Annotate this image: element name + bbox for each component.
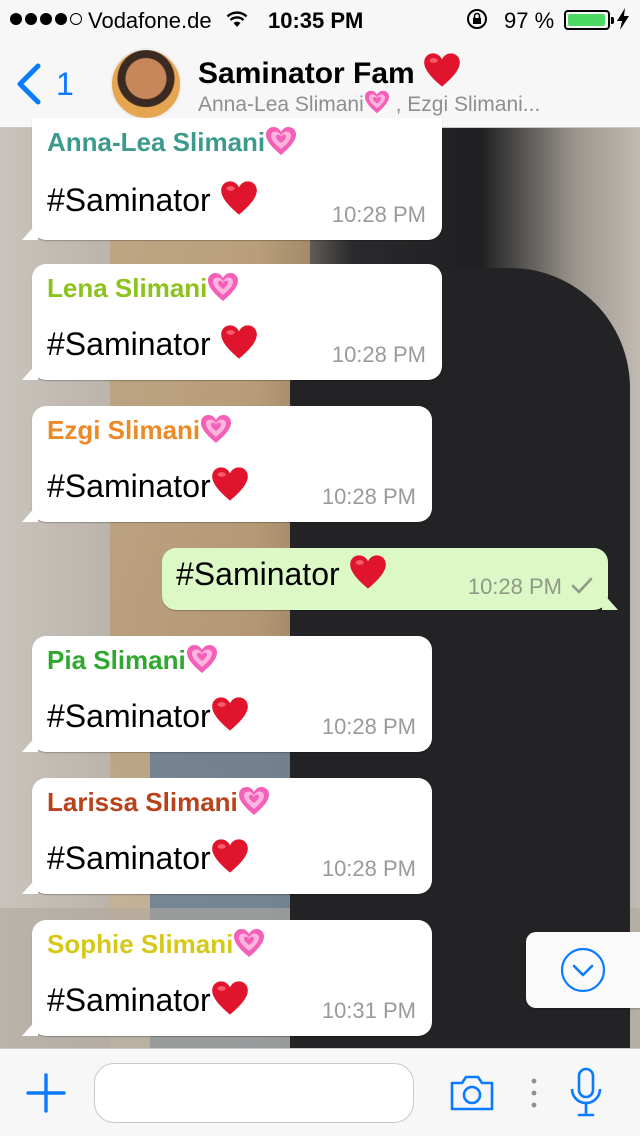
message-bubble[interactable]: Sophie Slimani #Saminator 10:31 PM xyxy=(22,920,432,1036)
sparkling-pink-heart-emoji xyxy=(364,90,390,114)
message-bubble[interactable]: Pia Slimani #Saminator 10:28 PM xyxy=(22,636,432,752)
red-heart-emoji xyxy=(211,696,249,732)
back-chevron-icon xyxy=(17,63,41,105)
sender-name: Lena Slimani xyxy=(47,273,208,303)
chat-title[interactable]: Saminator Fam xyxy=(198,52,461,91)
red-heart-emoji xyxy=(211,980,249,1016)
battery-level xyxy=(568,14,605,26)
rotation-lock-icon xyxy=(467,9,487,29)
chat-title-text: Saminator Fam xyxy=(198,57,415,90)
message-bubble[interactable]: Ezgi Slimani #Saminator 10:28 PM xyxy=(22,406,432,522)
outgoing-message-bubble[interactable]: #Saminator 10:28 PM xyxy=(162,548,618,610)
message-time: 10:28 PM xyxy=(321,856,416,881)
message-text-value: #Saminator xyxy=(47,182,211,218)
message-text: #Saminator xyxy=(47,696,249,735)
back-button[interactable]: 1 xyxy=(14,62,74,106)
sparkling-pink-heart-emoji xyxy=(186,644,218,674)
message-text: #Saminator xyxy=(176,554,387,593)
red-heart-emoji xyxy=(211,838,249,874)
more-dots-icon[interactable] xyxy=(530,1077,538,1109)
sparkling-pink-heart-emoji xyxy=(233,928,265,958)
sender-name: Anna-Lea Slimani xyxy=(47,127,266,157)
sparkling-pink-heart-emoji xyxy=(207,272,239,302)
message-time: 10:28 PM xyxy=(331,202,426,227)
sender-name: Larissa Slimani xyxy=(47,787,238,817)
message-text-value: #Saminator xyxy=(47,698,211,734)
sender-name: Sophie Slimani xyxy=(47,929,234,959)
sparkling-pink-heart-emoji xyxy=(238,786,270,816)
participant-name: Anna-Lea Slimani xyxy=(198,93,364,116)
sparkling-pink-heart-emoji xyxy=(265,126,297,156)
scroll-to-bottom-button[interactable] xyxy=(526,932,640,1008)
message-text: #Saminator xyxy=(47,324,258,363)
red-heart-emoji xyxy=(211,466,249,502)
message-text: #Saminator xyxy=(47,466,249,505)
participants-list[interactable]: Anna-Lea Slimani , Ezgi Slimani... xyxy=(198,90,618,117)
message-time: 10:28 PM xyxy=(321,714,416,739)
group-avatar[interactable] xyxy=(110,48,182,120)
message-text-value: #Saminator xyxy=(47,982,211,1018)
red-heart-emoji xyxy=(349,554,387,590)
signal-dot xyxy=(40,13,52,25)
composer-bar xyxy=(0,1048,640,1136)
unread-count: 1 xyxy=(56,65,74,102)
participant-names-rest: , Ezgi Slimani... xyxy=(389,93,541,116)
chevron-down-circle-icon xyxy=(560,947,606,993)
message-text: #Saminator xyxy=(47,180,258,219)
message-sender: Pia Slimani xyxy=(47,644,218,676)
double-check-icon xyxy=(571,577,593,594)
sender-name: Ezgi Slimani xyxy=(47,415,201,445)
message-text: #Saminator xyxy=(47,838,249,877)
message-text-value: #Saminator xyxy=(47,326,211,362)
chat-header: 1 Saminator Fam Anna-Lea Slimani , Ezgi … xyxy=(0,40,640,128)
message-input[interactable] xyxy=(94,1063,414,1123)
sender-name: Pia Slimani xyxy=(47,645,186,675)
carrier-name: Vodafone.de xyxy=(88,8,212,33)
signal-dot xyxy=(10,13,22,25)
message-text-value: #Saminator xyxy=(47,840,211,876)
sparkling-pink-heart-emoji xyxy=(200,414,232,444)
microphone-icon[interactable] xyxy=(568,1067,604,1119)
message-bubble[interactable]: Lena Slimani #Saminator 10:28 PM xyxy=(22,264,442,380)
message-sender: Ezgi Slimani xyxy=(47,414,232,446)
message-time: 10:28 PM xyxy=(321,484,416,509)
message-time: 10:28 PM xyxy=(331,342,426,367)
message-time: 10:28 PM xyxy=(467,574,562,599)
message-sender: Lena Slimani xyxy=(47,272,239,304)
message-text: #Saminator xyxy=(47,980,249,1019)
message-sender: Sophie Slimani xyxy=(47,928,265,960)
signal-dot xyxy=(55,13,67,25)
battery-icon xyxy=(564,10,614,30)
red-heart-emoji xyxy=(220,324,258,360)
camera-icon[interactable] xyxy=(448,1073,496,1113)
signal-strength-icon xyxy=(10,13,82,25)
message-time: 10:31 PM xyxy=(321,998,416,1023)
message-sender: Larissa Slimani xyxy=(47,786,270,818)
plus-icon[interactable] xyxy=(26,1073,66,1113)
status-bar: Vodafone.de 10:35 PM 97 % xyxy=(0,0,640,40)
message-text-value: #Saminator xyxy=(47,468,211,504)
message-bubble[interactable]: Larissa Slimani #Saminator 10:28 PM xyxy=(22,778,432,894)
red-heart-emoji xyxy=(220,180,258,216)
wifi-icon xyxy=(226,11,248,27)
red-heart-emoji xyxy=(423,52,461,88)
signal-dot-empty xyxy=(70,13,82,25)
status-time: 10:35 PM xyxy=(268,8,364,33)
message-text-value: #Saminator xyxy=(176,556,340,592)
message-sender: Anna-Lea Slimani xyxy=(47,126,297,158)
charging-bolt-icon xyxy=(617,8,629,30)
battery-percent: 97 % xyxy=(504,8,555,33)
message-bubble[interactable]: Anna-Lea Slimani #Saminator 10:28 PM xyxy=(22,118,442,240)
signal-dot xyxy=(25,13,37,25)
